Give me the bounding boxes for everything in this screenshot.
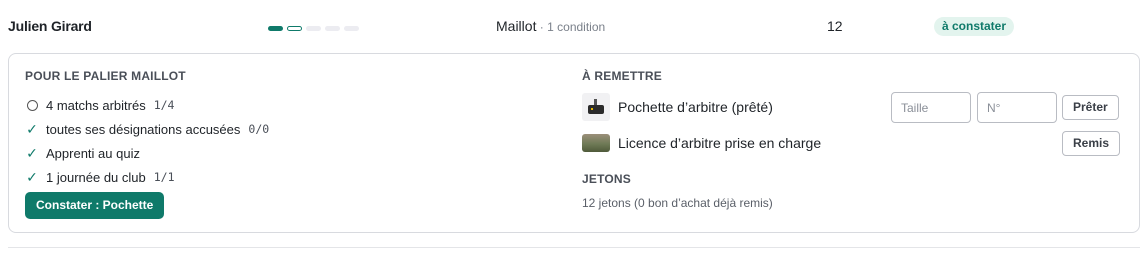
condition-fraction: 1/1 bbox=[153, 170, 175, 184]
handed-over-button[interactable]: Remis bbox=[1062, 131, 1121, 156]
handover-item-pouch: Pochette d’arbitre (prêté) bbox=[582, 93, 773, 121]
progress-segment bbox=[287, 26, 302, 31]
condition-item: 4 matchs arbitrés 1/4 bbox=[25, 93, 269, 117]
confirm-button[interactable]: Constater : Pochette bbox=[25, 192, 165, 219]
condition-fraction: 1/4 bbox=[153, 98, 175, 112]
condition-item: ✓ toutes ses désignations accusées 0/0 bbox=[25, 117, 269, 141]
progress-indicator bbox=[268, 26, 359, 31]
check-icon: ✓ bbox=[26, 145, 38, 161]
size-input[interactable] bbox=[891, 92, 971, 123]
level-conditions: 1 condition bbox=[547, 20, 606, 34]
handover-item-license: Licence d’arbitre prise en charge bbox=[582, 134, 821, 152]
progress-segment bbox=[325, 26, 340, 31]
conditions-list: 4 matchs arbitrés 1/4 ✓ toutes ses désig… bbox=[25, 93, 269, 189]
tokens-summary: 12 jetons (0 bon d’achat déjà remis) bbox=[582, 196, 773, 210]
item-label: Pochette d’arbitre (prêté) bbox=[618, 99, 773, 115]
condition-label: toutes ses désignations accusées bbox=[46, 121, 241, 137]
condition-item: ✓ 1 journée du club 1/1 bbox=[25, 165, 269, 189]
check-icon: ✓ bbox=[26, 169, 38, 185]
token-count: 12 bbox=[827, 18, 843, 34]
level-separator: · bbox=[536, 20, 548, 34]
row-divider bbox=[8, 247, 1140, 248]
condition-label: 4 matchs arbitrés bbox=[46, 97, 146, 113]
number-input[interactable] bbox=[977, 92, 1057, 123]
tokens-title: JETONS bbox=[582, 172, 631, 186]
level-cell: Maillot · 1 condition bbox=[496, 18, 605, 34]
progress-segment bbox=[306, 26, 321, 31]
check-icon: ✓ bbox=[26, 121, 38, 137]
pouch-icon bbox=[582, 93, 610, 121]
handover-title: À REMETTRE bbox=[582, 69, 662, 83]
conditions-title: POUR LE PALIER MAILLOT bbox=[25, 69, 186, 83]
detail-panel: POUR LE PALIER MAILLOT 4 matchs arbitrés… bbox=[8, 53, 1140, 233]
lend-button[interactable]: Prêter bbox=[1062, 95, 1119, 120]
member-row[interactable]: Julien Girard Maillot · 1 condition 12 à… bbox=[0, 0, 1148, 52]
member-name: Julien Girard bbox=[8, 18, 92, 34]
condition-fraction: 0/0 bbox=[248, 122, 270, 136]
condition-item: ✓ Apprenti au quiz bbox=[25, 141, 269, 165]
condition-label: 1 journée du club bbox=[46, 169, 146, 185]
progress-segment bbox=[268, 26, 283, 31]
condition-label: Apprenti au quiz bbox=[46, 145, 140, 161]
license-image bbox=[582, 134, 610, 152]
level-name: Maillot bbox=[496, 18, 537, 34]
status-badge: à constater bbox=[934, 17, 1015, 36]
pending-circle-icon bbox=[25, 98, 39, 112]
progress-segment bbox=[344, 26, 359, 31]
item-label: Licence d’arbitre prise en charge bbox=[618, 135, 822, 151]
